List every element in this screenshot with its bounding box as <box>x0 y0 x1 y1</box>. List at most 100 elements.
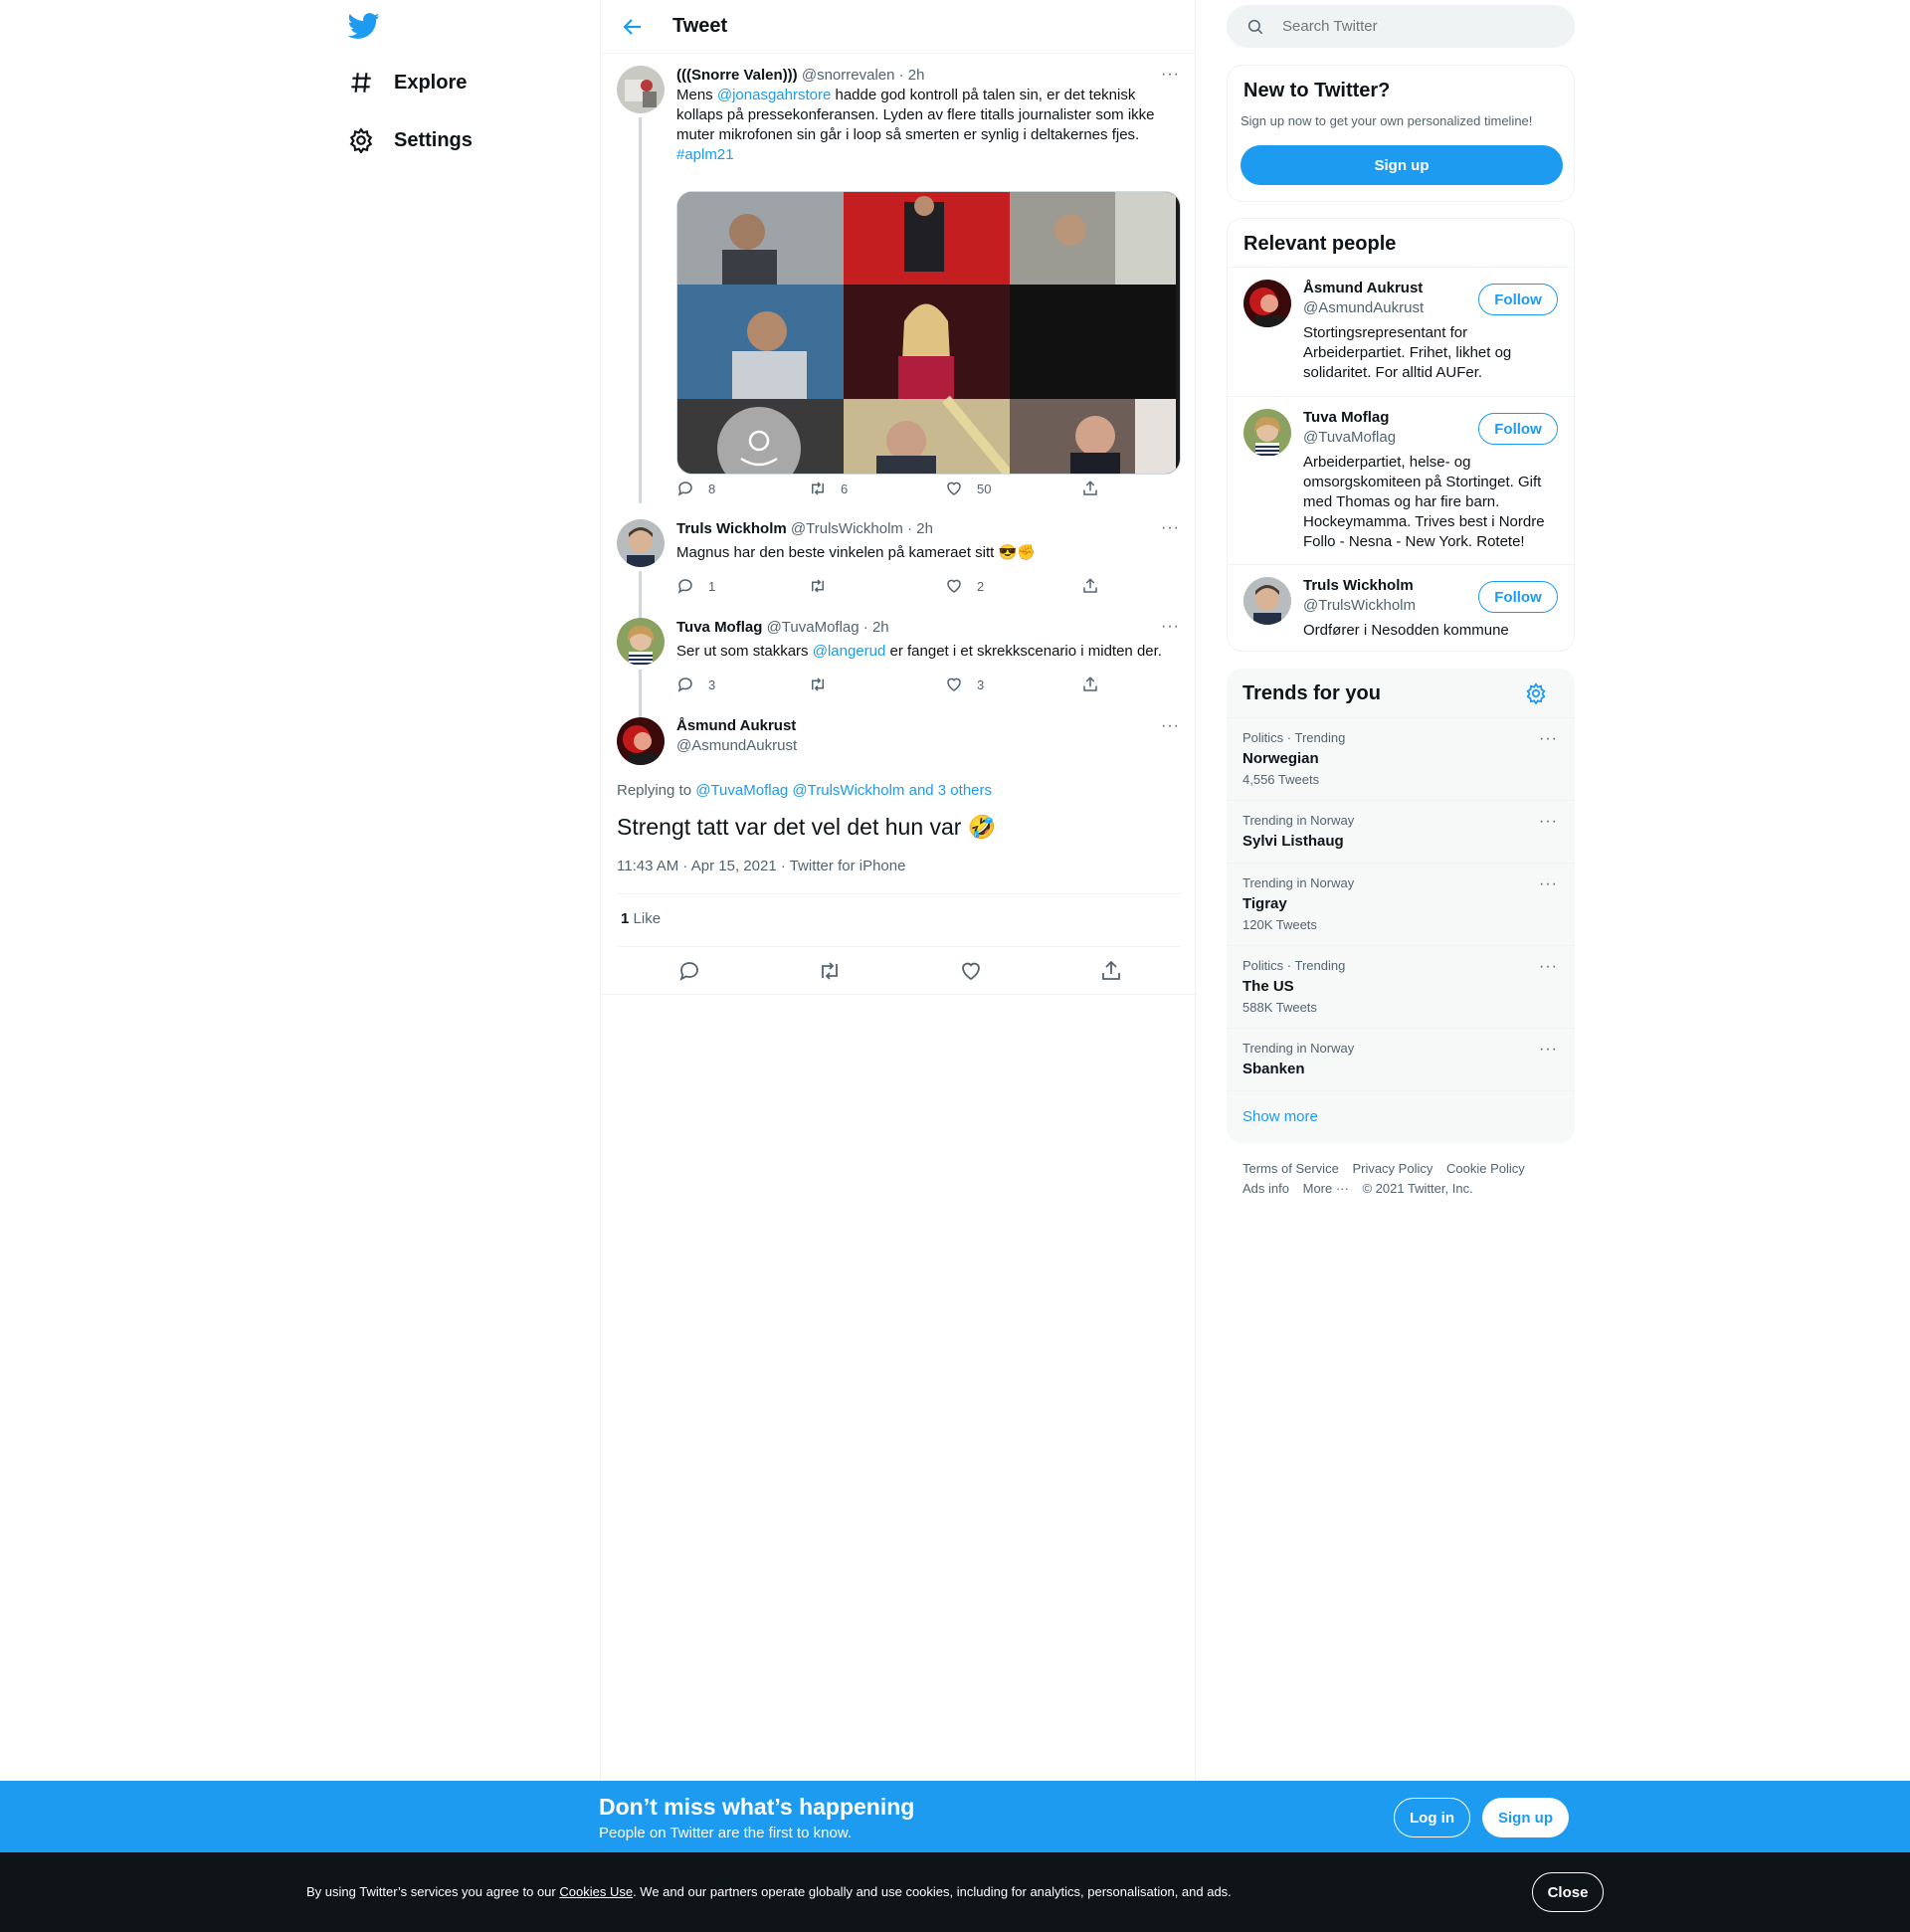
avatar[interactable] <box>1243 409 1291 457</box>
reply-button[interactable]: 8 <box>676 480 715 497</box>
heart-icon[interactable] <box>959 959 983 983</box>
login-button[interactable]: Log in <box>1394 1798 1470 1837</box>
person-handle[interactable]: @TuvaMoflag <box>1303 429 1396 446</box>
show-more-row[interactable]: Show more <box>1227 1090 1575 1142</box>
mention-link[interactable]: @langerud <box>813 643 886 660</box>
person-card[interactable]: Truls Wickholm @TrulsWickholm Follow Ord… <box>1228 564 1576 652</box>
footer-link[interactable]: Privacy Policy <box>1352 1161 1432 1176</box>
trend-item[interactable]: Trending in Norway Sbanken ··· <box>1227 1028 1575 1090</box>
tweet-timestamp[interactable]: 11:43 AM · Apr 15, 2021 · Twitter for iP… <box>617 858 905 874</box>
gear-icon[interactable] <box>1525 682 1549 706</box>
more-icon[interactable]: ··· <box>1539 958 1558 976</box>
more-icon[interactable]: ··· <box>1161 519 1181 539</box>
like-button[interactable]: 50 <box>945 480 991 497</box>
twitter-bird-icon[interactable] <box>347 10 380 42</box>
nav-settings[interactable]: Settings <box>348 120 473 160</box>
relevant-people-title: Relevant people <box>1243 233 1397 255</box>
retweet-icon <box>812 482 824 495</box>
trend-name: Sylvi Listhaug <box>1242 833 1344 850</box>
reply-button[interactable]: 3 <box>676 676 715 693</box>
avatar[interactable] <box>617 618 665 666</box>
search-box[interactable] <box>1227 5 1575 48</box>
replying-to-links[interactable]: @TuvaMoflag @TrulsWickholm and 3 others <box>695 782 992 799</box>
follow-button[interactable]: Follow <box>1478 413 1558 445</box>
person-card[interactable]: Åsmund Aukrust @AsmundAukrust Follow Sto… <box>1228 267 1576 396</box>
share-icon <box>1083 676 1097 691</box>
show-more-link[interactable]: Show more <box>1242 1108 1318 1125</box>
tweet-time[interactable]: · 2h <box>899 67 925 84</box>
likes-stat[interactable]: 1 Like <box>621 910 661 927</box>
share-icon[interactable] <box>1099 959 1123 983</box>
reply-icon[interactable] <box>677 959 701 983</box>
search-input[interactable] <box>1282 5 1551 48</box>
author-handle[interactable]: @TuvaMoflag <box>767 619 860 636</box>
trend-item[interactable]: Politics · Trending The US 588K Tweets ·… <box>1227 945 1575 1028</box>
share-button[interactable] <box>1081 480 1113 497</box>
nav-explore[interactable]: Explore <box>348 63 467 102</box>
footer-link[interactable]: More ··· <box>1303 1181 1349 1196</box>
share-button[interactable] <box>1081 577 1113 595</box>
more-icon[interactable]: ··· <box>1539 730 1558 748</box>
follow-button[interactable]: Follow <box>1478 581 1558 613</box>
page-header: Tweet <box>601 0 1195 54</box>
footer-link[interactable]: Ads info <box>1242 1181 1289 1196</box>
retweet-button[interactable]: 6 <box>809 480 848 497</box>
mention-link[interactable]: @jonasgahrstore <box>717 87 831 103</box>
sign-up-button[interactable]: Sign up <box>1241 145 1563 185</box>
retweet-button[interactable] <box>809 676 841 693</box>
trend-context: Trending in Norway <box>1242 1041 1355 1056</box>
more-icon[interactable]: ··· <box>1161 66 1181 86</box>
more-icon[interactable]: ··· <box>1539 875 1558 893</box>
like-button[interactable]: 3 <box>945 676 984 693</box>
footer-links: Terms of Service Privacy Policy Cookie P… <box>1242 1159 1561 1199</box>
author-name[interactable]: Truls Wickholm <box>676 520 787 537</box>
thread-tweet[interactable]: Tuva Moflag @TuvaMoflag · 2h ··· Ser ut … <box>617 618 1181 717</box>
avatar[interactable] <box>617 66 665 113</box>
more-icon[interactable]: ··· <box>1161 618 1181 638</box>
author-handle[interactable]: @snorrevalen <box>802 67 895 84</box>
new-to-twitter-title: New to Twitter? <box>1243 80 1391 101</box>
trend-count: 120K Tweets <box>1242 917 1317 932</box>
person-handle[interactable]: @AsmundAukrust <box>1303 299 1424 316</box>
more-icon[interactable]: ··· <box>1539 813 1558 831</box>
thread-tweet[interactable]: (((Snorre Valen))) @snorrevalen · 2h ···… <box>617 66 1181 503</box>
tweet-meta: (((Snorre Valen))) @snorrevalen · 2h <box>676 66 1181 86</box>
trend-item[interactable]: Politics · Trending Norwegian 4,556 Twee… <box>1227 717 1575 800</box>
tweet-time[interactable]: · 2h <box>863 619 889 636</box>
author-handle[interactable]: @AsmundAukrust <box>676 737 797 754</box>
tweet-time[interactable]: · 2h <box>907 520 933 537</box>
person-name[interactable]: Truls Wickholm <box>1303 577 1414 594</box>
footer-link[interactable]: Terms of Service <box>1242 1161 1339 1176</box>
person-name[interactable]: Åsmund Aukrust <box>1303 280 1423 296</box>
person-card[interactable]: Tuva Moflag @TuvaMoflag Follow Arbeiderp… <box>1228 396 1576 564</box>
trend-item[interactable]: Trending in Norway Sylvi Listhaug ··· <box>1227 800 1575 863</box>
author-name[interactable]: Åsmund Aukrust <box>676 717 796 734</box>
thread-tweet[interactable]: Truls Wickholm @TrulsWickholm · 2h ··· M… <box>617 519 1181 619</box>
avatar[interactable] <box>617 519 665 567</box>
author-name[interactable]: Tuva Moflag <box>676 619 762 636</box>
cookies-use-link[interactable]: Cookies Use <box>559 1884 633 1899</box>
tweet-meta: Truls Wickholm @TrulsWickholm · 2h <box>676 519 1181 539</box>
share-button[interactable] <box>1081 676 1113 693</box>
banner-signup-button[interactable]: Sign up <box>1482 1798 1569 1837</box>
retweet-button[interactable] <box>809 577 841 595</box>
retweet-icon[interactable] <box>818 959 842 983</box>
follow-button[interactable]: Follow <box>1478 284 1558 315</box>
like-button[interactable]: 2 <box>945 577 984 595</box>
author-name[interactable]: (((Snorre Valen))) <box>676 67 798 84</box>
hashtag-link[interactable]: #aplm21 <box>676 146 734 163</box>
footer-link[interactable]: Cookie Policy <box>1446 1161 1525 1176</box>
close-button[interactable]: Close <box>1532 1872 1604 1912</box>
person-handle[interactable]: @TrulsWickholm <box>1303 597 1416 614</box>
more-icon[interactable]: ··· <box>1539 1041 1558 1059</box>
avatar[interactable] <box>1243 280 1291 327</box>
arrow-left-icon[interactable] <box>621 15 645 39</box>
person-name[interactable]: Tuva Moflag <box>1303 409 1389 426</box>
tweet-media[interactable] <box>676 191 1181 475</box>
more-icon[interactable]: ··· <box>1161 717 1181 737</box>
reply-button[interactable]: 1 <box>676 577 715 595</box>
trend-item[interactable]: Trending in Norway Tigray 120K Tweets ··… <box>1227 863 1575 945</box>
avatar[interactable] <box>617 717 665 765</box>
author-handle[interactable]: @TrulsWickholm <box>791 520 903 537</box>
avatar[interactable] <box>1243 577 1291 625</box>
